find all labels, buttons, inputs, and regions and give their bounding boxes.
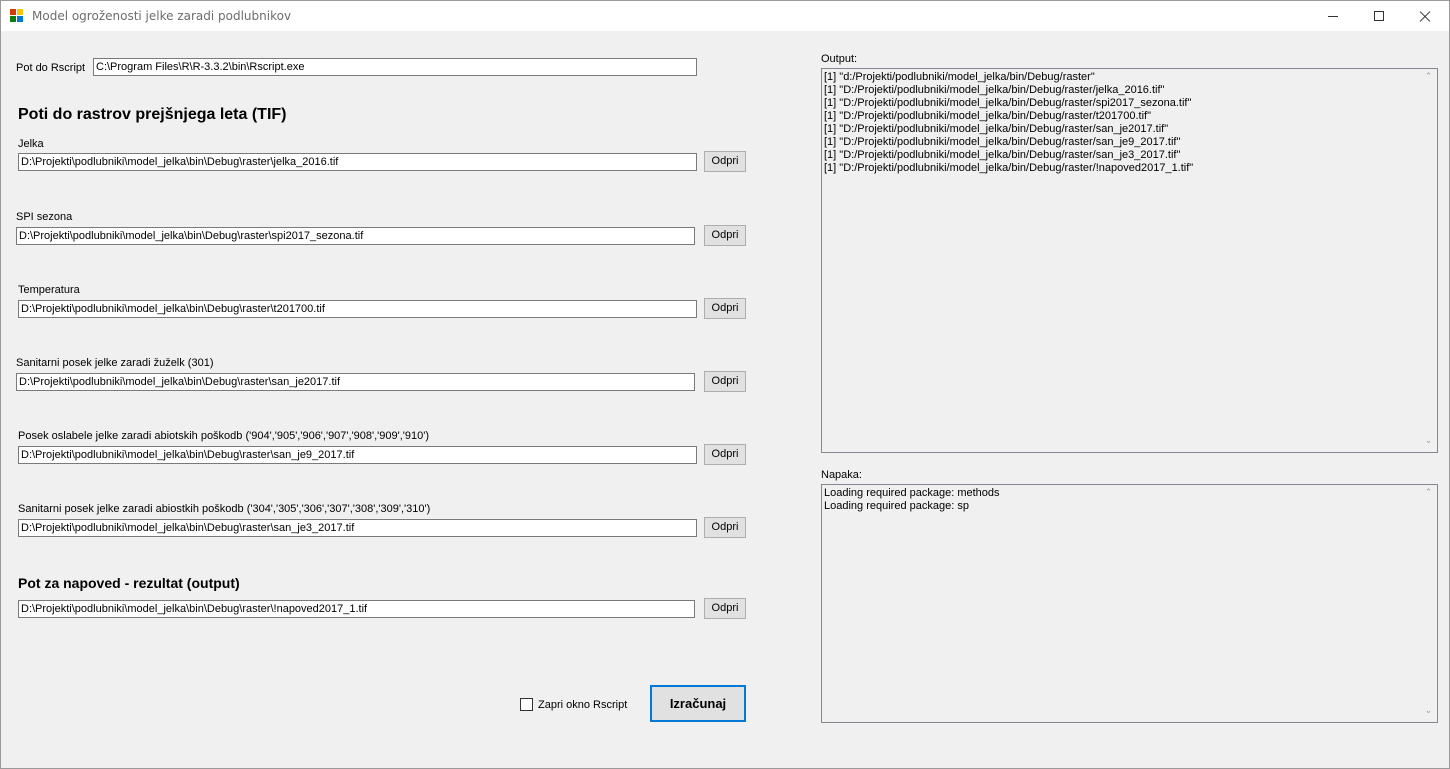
maximize-button[interactable] bbox=[1356, 1, 1402, 31]
error-label: Napaka: bbox=[821, 469, 862, 481]
sanitary-insects-path-input[interactable]: D:\Projekti\podlubniki\model_jelka\bin\D… bbox=[16, 373, 695, 391]
window-title: Model ogroženosti jelke zaradi podlubnik… bbox=[32, 9, 292, 23]
field-label-temperature: Temperatura bbox=[18, 284, 80, 296]
close-rscript-checkbox[interactable] bbox=[520, 698, 533, 711]
scroll-up-icon[interactable]: ⌃ bbox=[1424, 73, 1433, 82]
close-rscript-label[interactable]: Zapri okno Rscript bbox=[538, 699, 627, 711]
sanitary-abiotic-path-input[interactable]: D:\Projekti\podlubniki\model_jelka\bin\D… bbox=[18, 519, 697, 537]
field-label-weakened-abiotic: Posek oslabele jelke zaradi abiotskih po… bbox=[18, 430, 430, 442]
open-output-button[interactable]: Odpri bbox=[704, 598, 746, 619]
text-line: [1] "D:/Projekti/podlubniki/model_jelka/… bbox=[824, 84, 1165, 96]
output-path-input[interactable]: D:\Projekti\podlubniki\model_jelka\bin\D… bbox=[18, 600, 695, 618]
field-label-spi: SPI sezona bbox=[16, 211, 73, 223]
scroll-down-icon[interactable]: ⌄ bbox=[1424, 707, 1433, 716]
compute-button[interactable]: Izračunaj bbox=[650, 685, 746, 722]
output-text: [1] "d:/Projekti/podlubniki/model_jelka/… bbox=[824, 71, 1193, 175]
text-line: [1] "D:/Projekti/podlubniki/model_jelka/… bbox=[824, 149, 1181, 161]
minimize-button[interactable] bbox=[1310, 1, 1356, 31]
text-line: Loading required package: methods bbox=[824, 487, 1000, 499]
field-label-sanitary-abiotic: Sanitarni posek jelke zaradi abiostkih p… bbox=[18, 503, 431, 515]
scroll-up-icon[interactable]: ⌃ bbox=[1424, 489, 1433, 498]
minimize-icon bbox=[1328, 16, 1338, 17]
error-textarea[interactable]: Loading required package: methods Loading… bbox=[821, 484, 1438, 723]
output-path-heading: Pot za napoved - rezultat (output) bbox=[18, 575, 240, 591]
open-spi-button[interactable]: Odpri bbox=[704, 225, 746, 246]
spi-path-input[interactable]: D:\Projekti\podlubniki\model_jelka\bin\D… bbox=[16, 227, 695, 245]
open-jelka-button[interactable]: Odpri bbox=[704, 151, 746, 172]
rscript-label: Pot do Rscript bbox=[16, 62, 86, 74]
text-line: [1] "d:/Projekti/podlubniki/model_jelka/… bbox=[824, 71, 1095, 83]
weakened-abiotic-path-input[interactable]: D:\Projekti\podlubniki\model_jelka\bin\D… bbox=[18, 446, 697, 464]
open-sanitary-abiotic-button[interactable]: Odpri bbox=[704, 517, 746, 538]
text-line: Loading required package: sp bbox=[824, 500, 969, 512]
text-line: [1] "D:/Projekti/podlubniki/model_jelka/… bbox=[824, 136, 1181, 148]
title-bar[interactable]: Model ogroženosti jelke zaradi podlubnik… bbox=[1, 1, 1449, 31]
text-line: [1] "D:/Projekti/podlubniki/model_jelka/… bbox=[824, 97, 1192, 109]
maximize-icon bbox=[1374, 11, 1384, 21]
temperature-path-input[interactable]: D:\Projekti\podlubniki\model_jelka\bin\D… bbox=[18, 300, 697, 318]
jelka-path-input[interactable]: D:\Projekti\podlubniki\model_jelka\bin\D… bbox=[18, 153, 697, 171]
text-line: [1] "D:/Projekti/podlubniki/model_jelka/… bbox=[824, 110, 1151, 122]
main-window: Model ogroženosti jelke zaradi podlubnik… bbox=[0, 0, 1450, 769]
text-line: [1] "D:/Projekti/podlubniki/model_jelka/… bbox=[824, 123, 1169, 135]
open-sanitary-insects-button[interactable]: Odpri bbox=[704, 371, 746, 392]
open-weakened-abiotic-button[interactable]: Odpri bbox=[704, 444, 746, 465]
input-rasters-heading: Poti do rastrov prejšnjega leta (TIF) bbox=[18, 106, 287, 123]
scroll-down-icon[interactable]: ⌄ bbox=[1424, 437, 1433, 446]
field-label-sanitary-insects: Sanitarni posek jelke zaradi žuželk (301… bbox=[16, 357, 214, 369]
open-temperature-button[interactable]: Odpri bbox=[704, 298, 746, 319]
rscript-path-input[interactable]: C:\Program Files\R\R-3.3.2\bin\Rscript.e… bbox=[93, 58, 697, 76]
output-scrollbar[interactable]: ⌃ ⌄ bbox=[1420, 69, 1437, 452]
close-button[interactable] bbox=[1402, 1, 1448, 31]
output-label: Output: bbox=[821, 53, 858, 65]
text-line: [1] "D:/Projekti/podlubniki/model_jelka/… bbox=[824, 162, 1194, 174]
error-scrollbar[interactable]: ⌃ ⌄ bbox=[1420, 485, 1437, 722]
field-label-jelka: Jelka bbox=[18, 138, 44, 150]
output-textarea[interactable]: [1] "d:/Projekti/podlubniki/model_jelka/… bbox=[821, 68, 1438, 453]
error-text: Loading required package: methods Loading… bbox=[824, 487, 1000, 513]
app-icon bbox=[10, 9, 24, 23]
